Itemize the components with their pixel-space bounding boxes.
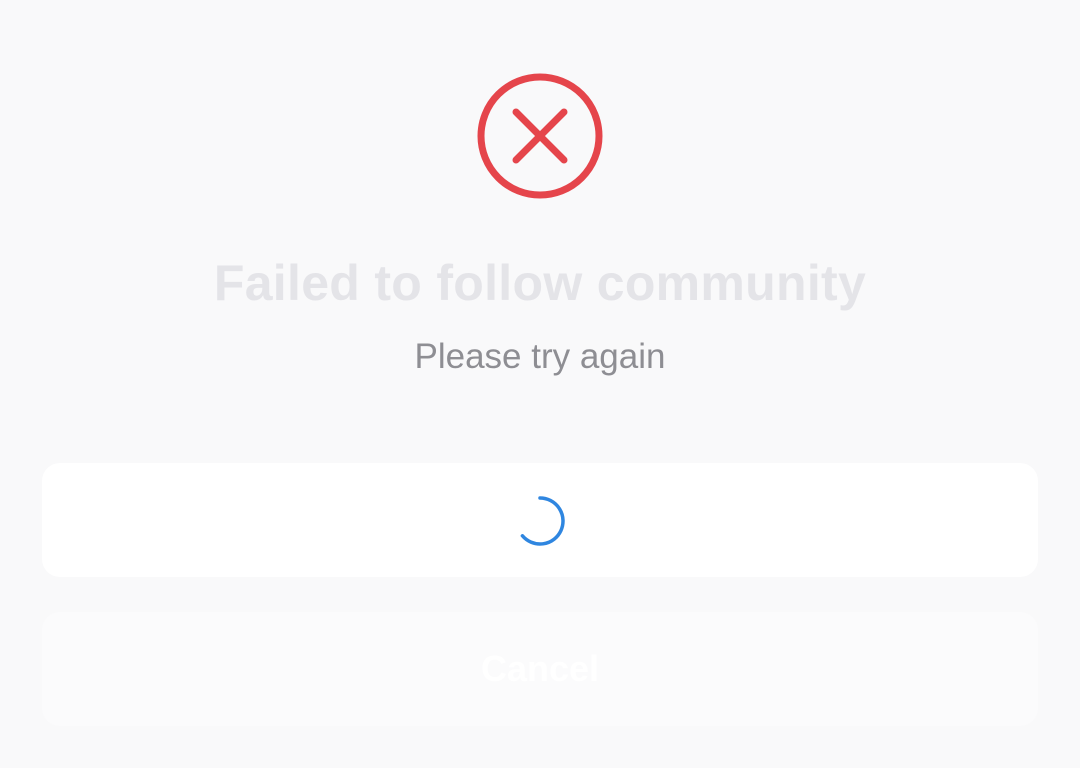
cancel-button[interactable]: Cancel: [42, 612, 1038, 726]
follow-error-screen: Failed to follow community Please try ag…: [0, 0, 1080, 768]
cancel-button-label: Cancel: [480, 648, 600, 689]
dialog-message: Please try again: [414, 337, 666, 376]
dialog-title: Failed to follow community: [213, 255, 867, 311]
loading-spinner-icon: [520, 496, 565, 546]
error-circle-x-icon: [477, 73, 603, 199]
